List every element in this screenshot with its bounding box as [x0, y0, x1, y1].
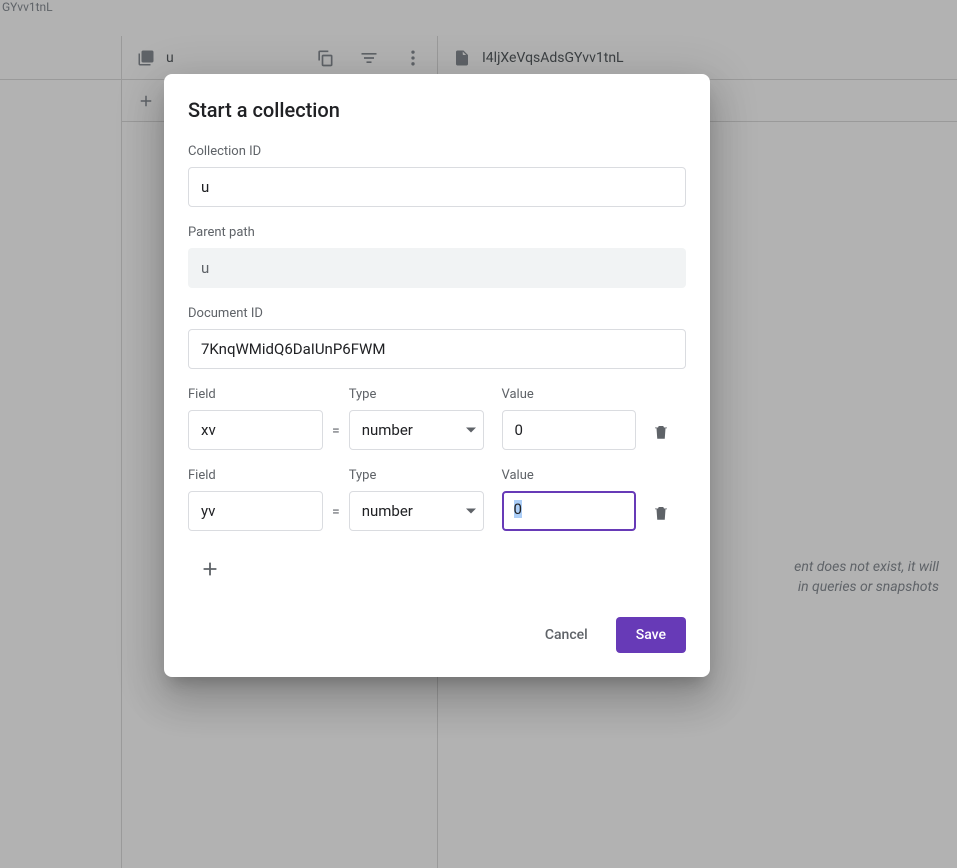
panel-left-header — [0, 36, 121, 80]
field-name-label: Field — [188, 387, 323, 402]
more-vert-icon[interactable] — [401, 46, 425, 70]
delete-field-button[interactable] — [646, 417, 676, 447]
document-id-label: Document ID — [188, 306, 686, 321]
field-type-select[interactable] — [349, 410, 484, 450]
field-row: Field = Type Value — [188, 387, 686, 450]
field-type-select[interactable] — [349, 491, 484, 531]
field-value-input[interactable] — [502, 491, 637, 531]
field-value-input[interactable] — [502, 410, 637, 450]
plus-icon — [134, 89, 158, 113]
collection-id-input[interactable] — [188, 167, 686, 207]
equals-separator: = — [323, 423, 349, 450]
field-name-input[interactable] — [188, 491, 323, 531]
copy-icon[interactable] — [313, 46, 337, 70]
field-row: Field = Type Value 0 — [188, 468, 686, 531]
equals-separator: = — [323, 504, 349, 531]
field-type-label: Type — [349, 387, 484, 402]
parent-path-label: Parent path — [188, 225, 686, 240]
field-value-label: Value — [502, 387, 637, 402]
collection-label: u — [166, 50, 174, 66]
delete-field-button[interactable] — [646, 498, 676, 528]
panel-left — [0, 36, 122, 868]
parent-path-input — [188, 248, 686, 288]
field-value-label: Value — [502, 468, 637, 483]
document-id-input[interactable] — [188, 329, 686, 369]
collection-icon — [134, 46, 158, 70]
add-field-button[interactable] — [192, 551, 228, 587]
field-name-input[interactable] — [188, 410, 323, 450]
collection-id-label: Collection ID — [188, 144, 686, 159]
field-name-label: Field — [188, 468, 323, 483]
start-collection-dialog: Start a collection Collection ID Parent … — [164, 74, 710, 677]
field-type-label: Type — [349, 468, 484, 483]
dialog-title: Start a collection — [188, 98, 686, 122]
save-button[interactable]: Save — [616, 617, 686, 653]
breadcrumb-fragment: GYvv1tnL — [2, 0, 53, 14]
filter-icon[interactable] — [357, 46, 381, 70]
document-label: I4ljXeVqsAdsGYvv1tnL — [482, 50, 624, 66]
cancel-button[interactable]: Cancel — [525, 617, 608, 653]
document-icon — [450, 46, 474, 70]
